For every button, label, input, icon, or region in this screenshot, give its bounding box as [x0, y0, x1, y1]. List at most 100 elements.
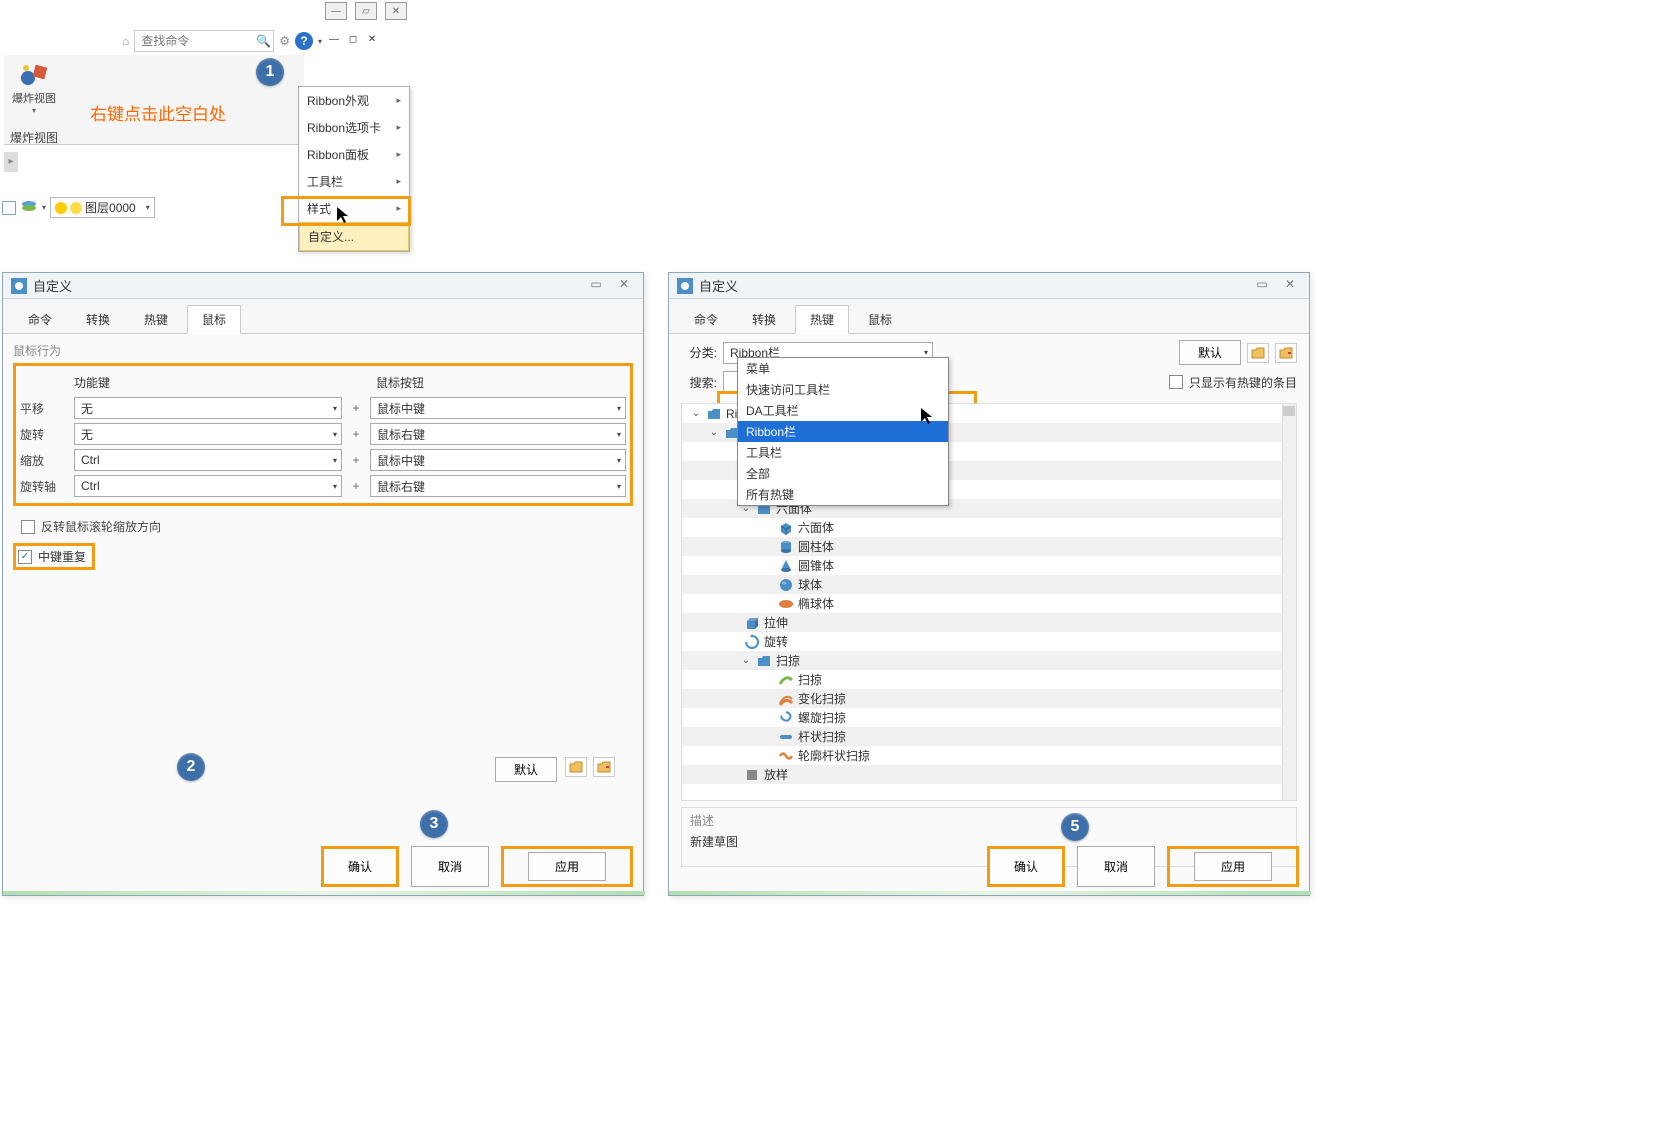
tree-row[interactable]: 拉伸 [682, 613, 1296, 632]
ctx-ribbon-appearance[interactable]: Ribbon外观▸ [299, 87, 409, 114]
pan-modifier-combo[interactable]: 无▾ [74, 397, 342, 419]
app-maximize-icon[interactable]: ◻ [346, 34, 360, 48]
row-spin-label: 旋转轴 [20, 478, 74, 495]
ok-button[interactable]: 确认 [321, 846, 399, 887]
sun-icon [70, 202, 82, 214]
tab-commands[interactable]: 命令 [13, 305, 67, 333]
dd-menu[interactable]: 菜单 [738, 358, 948, 379]
tab-hotkeys[interactable]: 热键 [795, 305, 849, 334]
tree-row[interactable]: 旋转 [682, 632, 1296, 651]
tab-transform[interactable]: 转换 [737, 305, 791, 333]
home-icon[interactable]: ⌂ [122, 34, 129, 48]
dialog-close-icon[interactable]: ✕ [1279, 277, 1301, 295]
window-minimize-icon[interactable]: — [325, 2, 347, 20]
dd-qat[interactable]: 快速访问工具栏 [738, 379, 948, 400]
rotate-button-combo[interactable]: 鼠标右键▾ [370, 423, 626, 445]
dd-ribbon[interactable]: Ribbon栏 [738, 421, 948, 442]
apply-button[interactable]: 应用 [528, 852, 606, 881]
tree-expander-icon[interactable]: ⌄ [690, 408, 702, 419]
ctx-toolbars[interactable]: 工具栏▸ [299, 168, 409, 195]
dropdown-arrow-icon[interactable]: ▾ [42, 203, 46, 212]
middle-repeat-checkbox[interactable] [18, 550, 32, 564]
zoom-modifier-combo[interactable]: Ctrl▾ [74, 449, 342, 471]
tree-row[interactable]: 螺旋扫掠 [682, 708, 1296, 727]
folder-icon [706, 406, 722, 422]
cancel-button[interactable]: 取消 [1077, 846, 1155, 887]
layer-stack-icon[interactable] [20, 199, 38, 216]
tree-row[interactable]: 杆状扫掠 [682, 727, 1296, 746]
pan-button-combo[interactable]: 鼠标中键▾ [370, 397, 626, 419]
tree-row[interactable]: 圆柱体 [682, 537, 1296, 556]
app-close-icon[interactable]: ✕ [365, 34, 379, 48]
tree-item-label: 杆状扫掠 [798, 728, 846, 745]
ctx-styles[interactable]: 样式▸ [299, 195, 409, 222]
app-icon [11, 278, 27, 294]
ctx-customize[interactable]: 自定义... [299, 222, 409, 251]
tree-row[interactable]: 椭球体 [682, 594, 1296, 613]
sweep-green-icon [778, 672, 794, 688]
submenu-arrow-icon: ▸ [396, 95, 401, 106]
dropdown-arrow-icon[interactable]: ▾ [12, 106, 56, 115]
default-button[interactable]: 默认 [495, 757, 557, 782]
dialog-title: 自定义 [699, 276, 1251, 295]
spin-button-combo[interactable]: 鼠标右键▾ [370, 475, 626, 497]
rotate-modifier-combo[interactable]: 无▾ [74, 423, 342, 445]
zoom-button-combo[interactable]: 鼠标中键▾ [370, 449, 626, 471]
layer-selector[interactable]: 图层0000 ▾ [50, 197, 155, 218]
window-close-icon[interactable]: ✕ [385, 2, 407, 20]
collapse-chevron-icon[interactable]: ▸ [4, 152, 18, 172]
help-icon[interactable]: ? [295, 32, 313, 50]
tree-item-label: 圆柱体 [798, 538, 834, 555]
window-restore-icon[interactable]: ▱ [355, 2, 377, 20]
scrollbar[interactable] [1282, 404, 1296, 800]
help-dropdown-arrow-icon[interactable]: ▾ [318, 37, 322, 46]
folder-save-icon[interactable] [593, 757, 615, 777]
layer-color-swatch[interactable] [2, 201, 16, 215]
tree-expander-icon[interactable]: ⌄ [708, 427, 720, 438]
cancel-button[interactable]: 取消 [411, 846, 489, 887]
tree-item-label: 拉伸 [764, 614, 788, 631]
tab-mouse[interactable]: 鼠标 [853, 305, 907, 333]
tree-row[interactable]: 圆锥体 [682, 556, 1296, 575]
only-hotkey-checkbox[interactable] [1169, 375, 1183, 389]
folder-open-icon[interactable] [565, 757, 587, 777]
app-minimize-icon[interactable]: — [327, 34, 341, 48]
dialog-close-icon[interactable]: ✕ [613, 277, 635, 295]
exploded-view-button[interactable]: 爆炸视图 ▾ [12, 60, 56, 115]
ctx-ribbon-tabs[interactable]: Ribbon选项卡▸ [299, 114, 409, 141]
command-search-input[interactable] [134, 30, 274, 52]
app-icon [677, 278, 693, 294]
tree-row[interactable]: ⌄扫掠 [682, 651, 1296, 670]
dd-toolbar[interactable]: 工具栏 [738, 442, 948, 463]
ctx-ribbon-panels[interactable]: Ribbon面板▸ [299, 141, 409, 168]
gear-icon[interactable]: ⚙ [279, 34, 290, 48]
step-badge-3: 3 [420, 810, 448, 838]
dd-all-hotkeys[interactable]: 所有热键 [738, 484, 948, 505]
apply-button[interactable]: 应用 [1194, 852, 1272, 881]
tab-mouse[interactable]: 鼠标 [187, 305, 241, 334]
ok-button[interactable]: 确认 [987, 846, 1065, 887]
tree-row[interactable]: 扫掠 [682, 670, 1296, 689]
reverse-wheel-checkbox[interactable] [21, 520, 35, 534]
dialog-footer: 确认 取消 应用 [669, 846, 1299, 887]
default-button[interactable]: 默认 [1179, 340, 1241, 365]
dialog-option-icon[interactable]: ▭ [1251, 277, 1273, 295]
tree-row[interactable]: 六面体 [682, 518, 1296, 537]
tree-row[interactable]: 轮廓杆状扫掠 [682, 746, 1296, 765]
tree-expander-icon[interactable]: ⌄ [740, 655, 752, 666]
tab-commands[interactable]: 命令 [679, 305, 733, 333]
tab-hotkeys[interactable]: 热键 [129, 305, 183, 333]
spin-modifier-combo[interactable]: Ctrl▾ [74, 475, 342, 497]
tree-row[interactable]: 球体 [682, 575, 1296, 594]
tree-row[interactable]: 放样 [682, 765, 1296, 784]
tree-row[interactable]: 变化扫掠 [682, 689, 1296, 708]
folder-open-icon[interactable] [1247, 343, 1269, 363]
dropdown-arrow-icon: ▾ [333, 482, 337, 491]
scroll-thumb[interactable] [1283, 406, 1295, 416]
dd-da-toolbar[interactable]: DA工具栏 [738, 400, 948, 421]
search-icon[interactable]: 🔍 [256, 34, 270, 48]
dd-all[interactable]: 全部 [738, 463, 948, 484]
folder-save-icon[interactable] [1275, 343, 1297, 363]
tab-transform[interactable]: 转换 [71, 305, 125, 333]
dialog-option-icon[interactable]: ▭ [585, 277, 607, 295]
